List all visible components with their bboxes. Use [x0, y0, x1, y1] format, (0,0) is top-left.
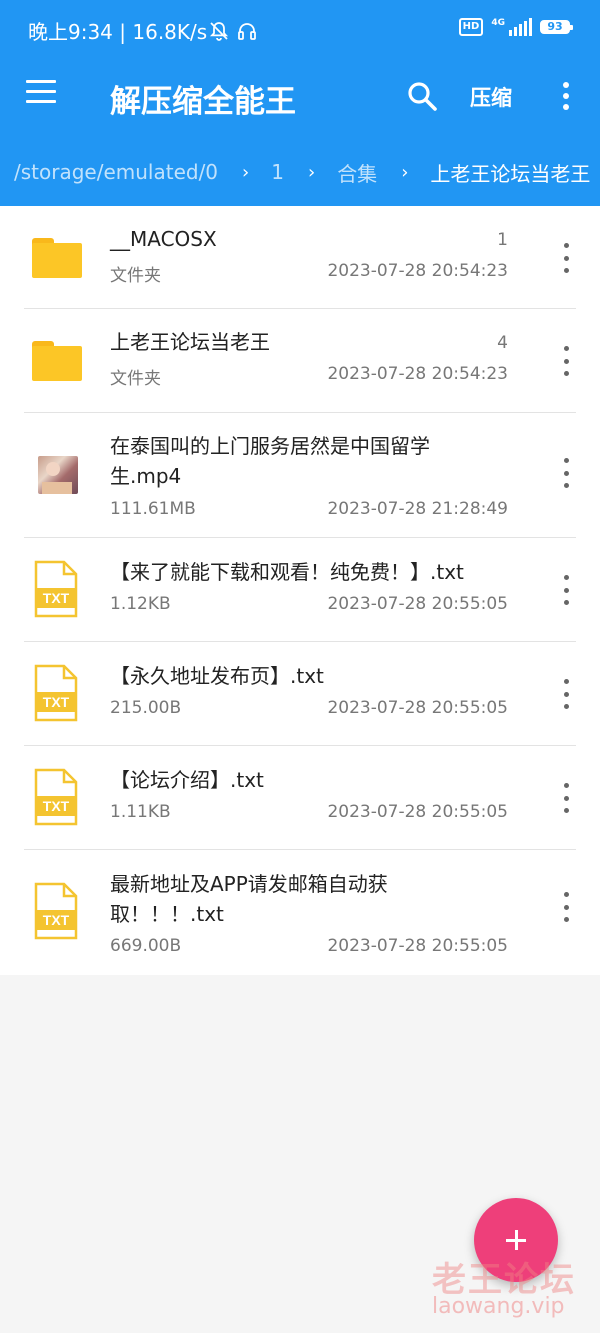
txt-badge: TXT: [36, 796, 76, 816]
file-date: 2023-07-28 20:55:05: [327, 802, 508, 822]
file-size: 669.00B: [110, 936, 182, 956]
item-count: 4: [497, 333, 508, 353]
txt-badge: TXT: [36, 910, 76, 930]
file-name: 最新地址及APP请发邮箱自动获取！！！.txt: [110, 872, 388, 926]
txt-file-icon: TXT: [32, 882, 80, 940]
file-name: 【来了就能下载和观看！纯免费！】.txt: [110, 560, 464, 584]
list-item[interactable]: __MACOSX 文件夹 1 2023-07-28 20:54:23: [0, 206, 600, 309]
bell-off-icon: [209, 22, 229, 41]
status-bar: 晚上9:34 | 16.8K/s HD 4G 93: [0, 0, 600, 62]
chevron-right-icon: ›: [242, 161, 250, 183]
file-date: 2023-07-28 20:55:05: [327, 594, 508, 614]
item-more-icon[interactable]: [556, 892, 576, 922]
more-vert-icon[interactable]: [555, 80, 577, 112]
txt-file-icon: TXT: [32, 560, 80, 618]
breadcrumb: /storage/emulated/0 › 1 › 合集 › 上老王论坛当老王: [0, 150, 600, 194]
file-name: 在泰国叫的上门服务居然是中国留学生.mp4: [110, 434, 430, 488]
breadcrumb-item[interactable]: /storage/emulated/0: [14, 160, 218, 184]
list-item[interactable]: TXT 【来了就能下载和观看！纯免费！】.txt 1.12KB 2023-07-…: [0, 538, 600, 642]
battery-level: 93: [547, 20, 563, 33]
item-more-icon[interactable]: [556, 575, 576, 605]
breadcrumb-current[interactable]: 上老王论坛当老王: [430, 158, 590, 187]
item-more-icon[interactable]: [556, 458, 576, 488]
network-type: 4G: [491, 18, 505, 28]
file-date: 2023-07-28 20:54:23: [327, 261, 508, 281]
breadcrumb-item[interactable]: 合集: [337, 158, 377, 187]
file-date: 2023-07-28 20:54:23: [327, 364, 508, 384]
file-meta: 文件夹: [110, 266, 161, 286]
txt-file-icon: TXT: [32, 768, 80, 826]
txt-badge: TXT: [36, 692, 76, 712]
battery-icon: 93: [540, 20, 573, 34]
folder-icon: [32, 341, 82, 381]
list-item[interactable]: 上老王论坛当老王 文件夹 4 2023-07-28 20:54:23: [0, 309, 600, 413]
signal-icon: 4G: [491, 18, 532, 36]
breadcrumb-item[interactable]: 1: [271, 160, 284, 184]
list-item[interactable]: TXT 【论坛介绍】.txt 1.11KB 2023-07-28 20:55:0…: [0, 746, 600, 850]
item-more-icon[interactable]: [556, 346, 576, 376]
item-more-icon[interactable]: [556, 243, 576, 273]
file-size: 111.61MB: [110, 499, 196, 519]
chevron-right-icon: ›: [401, 161, 409, 183]
file-name: 【论坛介绍】.txt: [110, 768, 264, 792]
file-size: 1.12KB: [110, 594, 171, 614]
txt-badge: TXT: [36, 588, 76, 608]
item-count: 1: [497, 230, 508, 250]
folder-icon: [32, 238, 82, 278]
search-icon[interactable]: [404, 78, 440, 114]
menu-icon[interactable]: [26, 80, 58, 110]
list-item[interactable]: 在泰国叫的上门服务居然是中国留学生.mp4 111.61MB 2023-07-2…: [0, 413, 600, 538]
chevron-right-icon: ›: [307, 161, 316, 183]
compress-button[interactable]: 压缩: [470, 82, 512, 112]
file-date: 2023-07-28 20:55:05: [327, 936, 508, 956]
status-icons: HD 4G 93: [458, 18, 573, 36]
video-thumbnail: [38, 456, 78, 494]
file-meta: 文件夹: [110, 369, 161, 389]
file-date: 2023-07-28 21:28:49: [327, 499, 508, 519]
hd-icon: HD: [458, 18, 484, 36]
txt-file-icon: TXT: [32, 664, 80, 722]
list-item[interactable]: TXT 最新地址及APP请发邮箱自动获取！！！.txt 669.00B 2023…: [0, 850, 600, 975]
watermark-url: laowang.vip: [432, 1294, 565, 1319]
file-size: 215.00B: [110, 698, 182, 718]
file-name: __MACOSX: [110, 227, 217, 251]
file-list: __MACOSX 文件夹 1 2023-07-28 20:54:23 上老王论坛…: [0, 206, 600, 975]
file-size: 1.11KB: [110, 802, 171, 822]
list-item[interactable]: TXT 【永久地址发布页】.txt 215.00B 2023-07-28 20:…: [0, 642, 600, 746]
file-date: 2023-07-28 20:55:05: [327, 698, 508, 718]
toolbar: 解压缩全能王 压缩: [0, 62, 600, 130]
headphones-icon: [238, 23, 256, 40]
app-title: 解压缩全能王: [110, 84, 296, 120]
app-header: 晚上9:34 | 16.8K/s HD 4G 93 解压缩全能王 压缩 /sto…: [0, 0, 600, 206]
status-time-speed: 晚上9:34 | 16.8K/s: [28, 20, 208, 44]
file-name: 上老王论坛当老王: [110, 330, 270, 354]
file-name: 【永久地址发布页】.txt: [110, 664, 324, 688]
item-more-icon[interactable]: [556, 783, 576, 813]
item-more-icon[interactable]: [556, 679, 576, 709]
